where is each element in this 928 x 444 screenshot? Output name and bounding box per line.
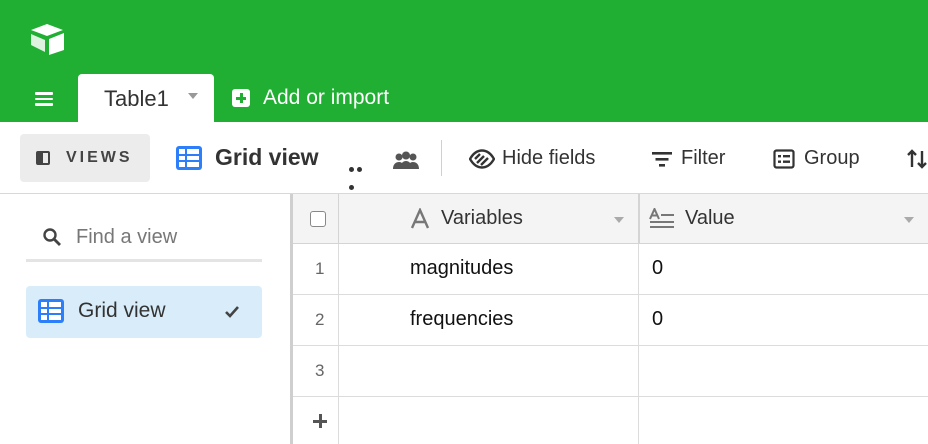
sidebar-item-grid-view[interactable]: Grid view [26, 286, 262, 338]
caret-down-icon[interactable] [188, 93, 198, 99]
checkmark-icon [225, 306, 239, 318]
views-sidebar: Grid view [0, 194, 290, 444]
empty-add-cell [639, 397, 928, 444]
hamburger-menu-icon[interactable] [33, 90, 55, 108]
airtable-logo-icon[interactable] [28, 22, 66, 56]
cell-text: 0 [652, 257, 664, 279]
eye-slash-icon [469, 149, 495, 169]
views-toggle-button[interactable]: VIEWS [20, 134, 150, 182]
group-icon [773, 149, 795, 169]
tab-table1[interactable]: Table1 [78, 74, 214, 122]
column-header-value[interactable]: Value [639, 194, 928, 244]
find-view-search [26, 214, 262, 262]
plus-square-icon [232, 89, 250, 107]
cell-value[interactable]: 0 [639, 244, 928, 295]
table-row[interactable]: 3 [293, 346, 928, 397]
cell-value[interactable] [639, 346, 928, 397]
cell-value[interactable]: 0 [639, 295, 928, 346]
add-row-row [293, 397, 928, 444]
empty-add-cell [338, 397, 639, 444]
caret-down-icon[interactable] [904, 217, 914, 223]
grid-view-icon [38, 299, 64, 323]
tab-label: Table1 [104, 86, 169, 111]
add-or-import-label: Add or import [263, 86, 390, 109]
single-line-text-icon [410, 208, 430, 229]
select-all-checkbox[interactable] [310, 211, 326, 227]
column-label-variables: Variables [441, 207, 523, 229]
cell-variables[interactable] [338, 346, 639, 397]
caret-down-icon[interactable] [614, 217, 624, 223]
filter-icon [652, 152, 672, 167]
grid-header-row: Variables Value [293, 194, 928, 244]
filter-button[interactable]: Filter [651, 146, 737, 174]
group-button[interactable]: Group [773, 146, 868, 174]
column-label-value: Value [685, 207, 735, 229]
views-label: VIEWS [66, 149, 133, 166]
cell-text: magnitudes [410, 257, 514, 279]
view-toolbar: VIEWS Grid view Hide fields Filter Group [0, 122, 928, 194]
grid-view-icon [176, 146, 202, 170]
cell-text: 0 [652, 308, 664, 330]
long-text-icon [649, 208, 674, 228]
more-dots-icon[interactable] [349, 159, 371, 190]
filter-label: Filter [681, 147, 726, 169]
data-grid: Variables Value 1 magnitudes 0 2 frequen… [290, 194, 928, 444]
table-row[interactable]: 2 frequencies 0 [293, 295, 928, 346]
column-header-variables[interactable]: Variables [338, 194, 639, 244]
hide-fields-button[interactable]: Hide fields [469, 146, 614, 174]
sidebar-toggle-icon [36, 151, 50, 165]
find-view-input[interactable] [76, 222, 256, 252]
toolbar-divider [441, 140, 442, 176]
row-number: 2 [315, 310, 325, 329]
people-icon[interactable] [392, 150, 420, 170]
current-view-label: Grid view [215, 144, 319, 170]
row-number: 3 [315, 361, 325, 380]
sort-icon[interactable] [906, 148, 928, 170]
row-number: 1 [315, 259, 325, 278]
group-label: Group [804, 147, 860, 169]
table-row[interactable]: 1 magnitudes 0 [293, 244, 928, 295]
app-header: Table1 Add or import [0, 0, 928, 122]
plus-icon[interactable] [313, 414, 327, 428]
hide-fields-label: Hide fields [502, 147, 596, 169]
cell-variables[interactable]: magnitudes [338, 244, 639, 295]
cell-text: frequencies [410, 308, 514, 330]
search-icon [43, 228, 61, 246]
sidebar-item-label: Grid view [78, 299, 166, 322]
cell-variables[interactable]: frequencies [338, 295, 639, 346]
